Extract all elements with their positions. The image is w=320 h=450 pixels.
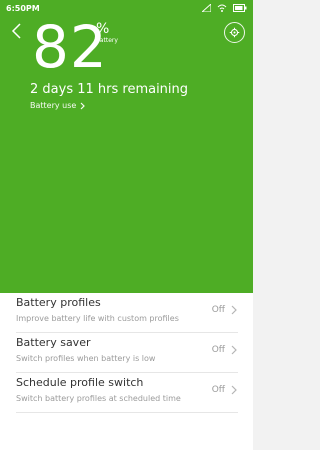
chevron-right-icon [231,345,237,355]
battery-saver-row[interactable]: Battery saver Switch profiles when batte… [0,333,253,372]
row-value: Off [211,345,225,355]
row-title: Battery saver [16,336,91,349]
chevron-right-icon [231,385,237,395]
schedule-profile-switch-row[interactable]: Schedule profile switch Switch battery p… [0,373,253,412]
back-arrow-icon[interactable] [10,22,24,40]
chevron-right-icon [231,305,237,315]
chevron-right-icon [80,102,86,109]
row-subtitle: Improve battery life with custom profile… [16,314,179,323]
percent-sign: % [96,21,110,37]
status-icons [202,4,247,12]
battery-label: battery [96,37,118,44]
row-subtitle: Switch battery profiles at scheduled tim… [16,394,181,403]
settings-gear-icon [229,27,240,38]
row-title: Schedule profile switch [16,376,144,389]
row-title: Battery profiles [16,296,101,309]
settings-list: Battery profiles Improve battery life wi… [0,293,253,450]
signal-icon [202,4,211,12]
battery-profiles-row[interactable]: Battery profiles Improve battery life wi… [0,293,253,332]
battery-hero: 6:50PM 82 % battery 2 days 11 hrs remain… [0,0,253,293]
divider [16,412,238,413]
battery-icon [233,4,247,12]
row-subtitle: Switch profiles when battery is low [16,354,156,363]
row-value: Off [211,305,225,315]
remaining-time: 2 days 11 hrs remaining [30,82,189,97]
battery-use-link[interactable]: Battery use [30,101,86,110]
settings-button[interactable] [224,22,245,43]
wifi-icon [217,4,227,12]
row-value: Off [211,385,225,395]
battery-use-label: Battery use [30,101,77,110]
